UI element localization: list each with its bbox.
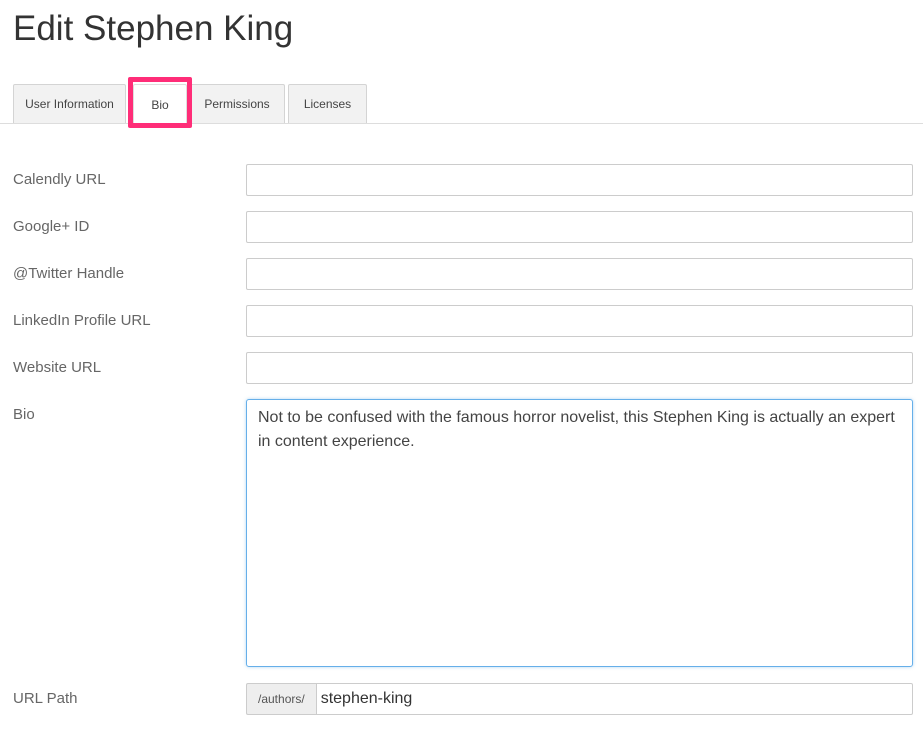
url-path-group: /authors/ <box>246 683 913 715</box>
website-url-label: Website URL <box>13 359 102 376</box>
tab-bar: User Information Bio Permissions License… <box>0 84 923 124</box>
url-path-prefix: /authors/ <box>246 683 316 715</box>
calendly-url-input[interactable] <box>246 164 913 196</box>
bio-label: Bio <box>13 406 35 423</box>
url-path-label: URL Path <box>13 690 78 707</box>
google-plus-id-input[interactable] <box>246 211 913 243</box>
page-title: Edit Stephen King <box>13 9 294 48</box>
calendly-url-label: Calendly URL <box>13 171 106 188</box>
tab-user-information[interactable]: User Information <box>13 84 126 123</box>
twitter-handle-input[interactable] <box>246 258 913 290</box>
google-plus-id-label: Google+ ID <box>13 218 90 235</box>
url-path-input[interactable] <box>315 683 913 715</box>
tab-licenses[interactable]: Licenses <box>288 84 367 123</box>
linkedin-profile-url-input[interactable] <box>246 305 913 337</box>
bio-textarea[interactable]: Not to be confused with the famous horro… <box>246 399 913 667</box>
tab-bio[interactable]: Bio <box>133 84 187 124</box>
tab-permissions[interactable]: Permissions <box>189 84 285 123</box>
twitter-handle-label: @Twitter Handle <box>13 265 125 282</box>
linkedin-profile-url-label: LinkedIn Profile URL <box>13 312 151 329</box>
website-url-input[interactable] <box>246 352 913 384</box>
